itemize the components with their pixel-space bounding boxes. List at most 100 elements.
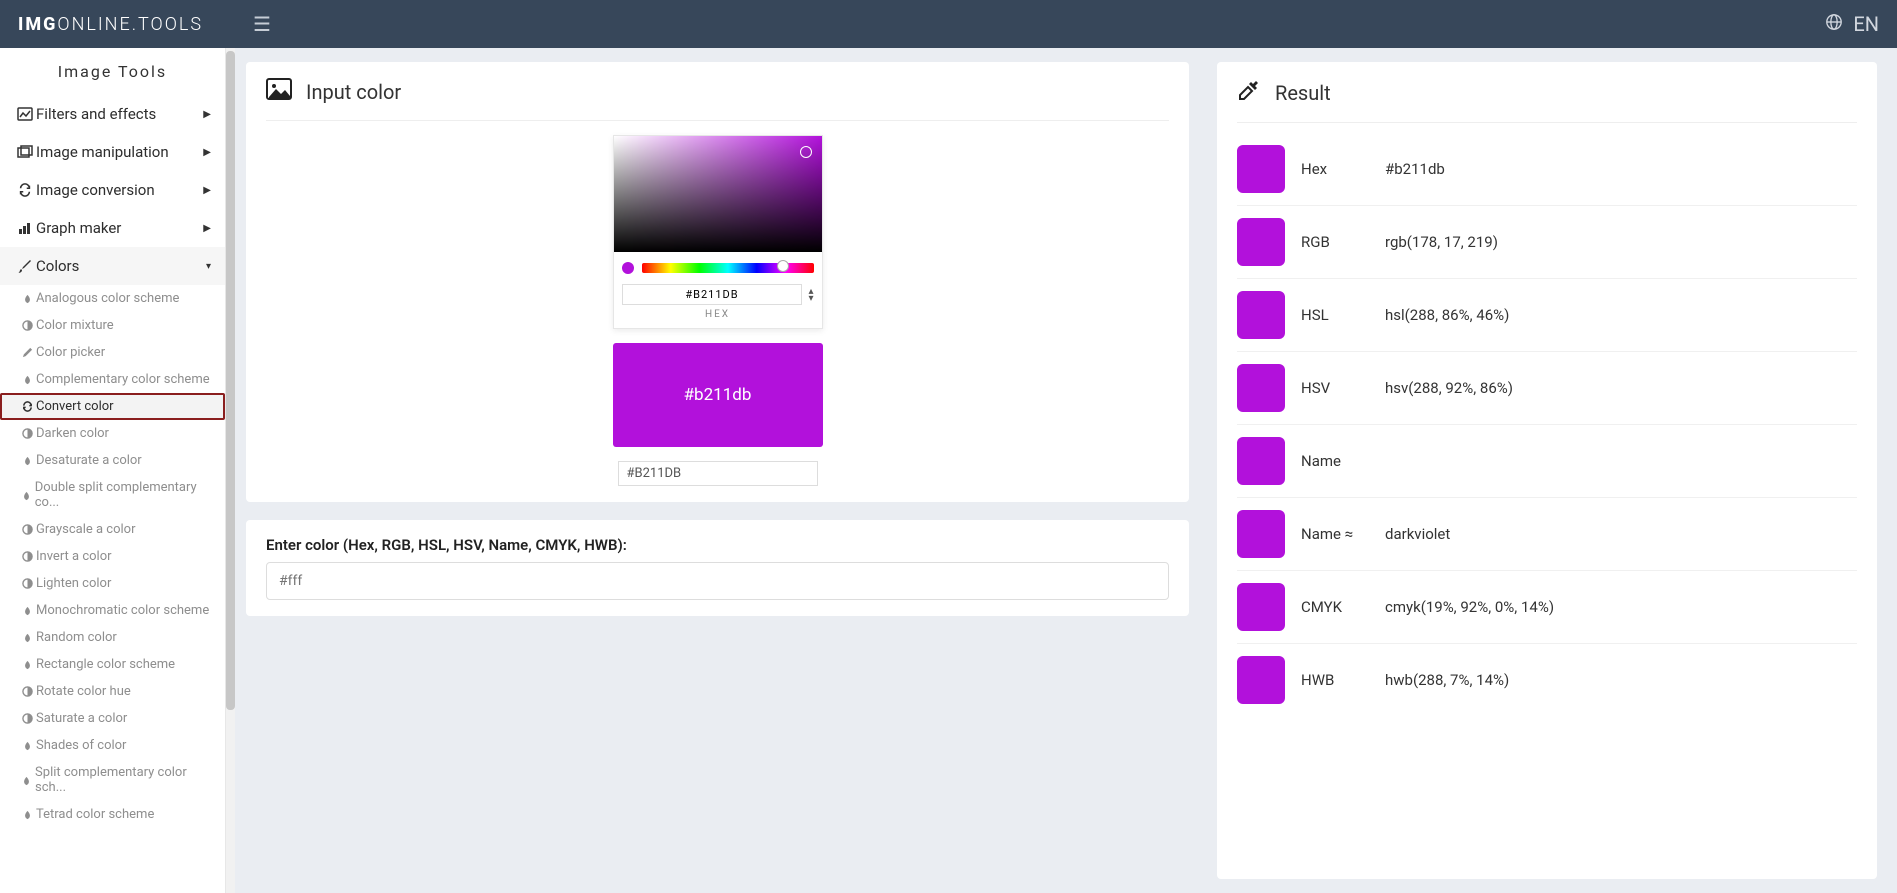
result-swatch: [1237, 364, 1285, 412]
logo-mid: ONLINE.: [57, 14, 138, 35]
logo[interactable]: IMGONLINE.TOOLS: [18, 14, 203, 35]
enter-color-label: Enter color (Hex, RGB, HSL, HSV, Name, C…: [266, 536, 1169, 554]
sidebar-sub-saturate-a-color[interactable]: Saturate a color: [0, 705, 225, 732]
sv-canvas[interactable]: [614, 136, 822, 252]
sub-icon: [18, 320, 36, 331]
result-value[interactable]: hsl(288, 86%, 46%): [1385, 306, 1509, 324]
sidebar-sub-shades-of-color[interactable]: Shades of color: [0, 732, 225, 759]
sidebar-item-label: Colors: [36, 257, 79, 275]
sidebar-sub-complementary-color-scheme[interactable]: Complementary color scheme: [0, 366, 225, 393]
picker-hex-input[interactable]: #B211DB: [622, 284, 803, 305]
sidebar-sub-grayscale-a-color[interactable]: Grayscale a color: [0, 516, 225, 543]
sidebar-item-conversion[interactable]: Image conversion ▶: [0, 171, 225, 209]
color-value-input[interactable]: [618, 461, 818, 486]
topbar-left: IMGONLINE.TOOLS ☰: [18, 12, 271, 36]
chevron-right-icon: ▶: [203, 147, 211, 158]
sidebar-item-label: Filters and effects: [36, 105, 156, 123]
sidebar-sub-analogous-color-scheme[interactable]: Analogous color scheme: [0, 285, 225, 312]
sidebar: Image Tools Filters and effects ▶ Image …: [0, 48, 226, 893]
conversion-icon: [14, 183, 36, 197]
sub-icon: [18, 524, 36, 535]
input-card-title: Input color: [306, 80, 401, 104]
sidebar-item-colors[interactable]: Colors ▾: [0, 247, 225, 285]
sub-icon: [18, 578, 36, 589]
sidebar-sub-split-complementary-color-sch[interactable]: Split complementary color sch...: [0, 759, 225, 801]
result-value[interactable]: cmyk(19%, 92%, 0%, 14%): [1385, 598, 1554, 616]
enter-color-input[interactable]: [266, 562, 1169, 600]
sub-label: Convert color: [36, 399, 114, 414]
sv-cursor[interactable]: [800, 146, 812, 158]
result-row-hsl: HSLhsl(288, 86%, 46%): [1237, 279, 1857, 352]
sidebar-title: Image Tools: [0, 48, 225, 95]
result-value[interactable]: darkviolet: [1385, 525, 1450, 543]
image-icon: [266, 78, 292, 106]
result-swatch: [1237, 583, 1285, 631]
sub-label: Split complementary color sch...: [35, 765, 211, 795]
color-preview-swatch: #b211db: [613, 343, 823, 447]
sidebar-item-manipulation[interactable]: Image manipulation ▶: [0, 133, 225, 171]
result-swatch: [1237, 437, 1285, 485]
chevron-down-icon: ▾: [206, 261, 211, 272]
hue-slider[interactable]: [642, 263, 814, 273]
sidebar-item-filters[interactable]: Filters and effects ▶: [0, 95, 225, 133]
sub-icon: [18, 293, 36, 304]
format-toggle[interactable]: ▴▾: [808, 288, 813, 302]
result-value[interactable]: hsv(288, 92%, 86%): [1385, 379, 1513, 397]
result-list: Hex#b211dbRGBrgb(178, 17, 219)HSLhsl(288…: [1237, 123, 1857, 716]
sidebar-sub-rotate-color-hue[interactable]: Rotate color hue: [0, 678, 225, 705]
filters-icon: [14, 107, 36, 121]
sidebar-sub-tetrad-color-scheme[interactable]: Tetrad color scheme: [0, 801, 225, 828]
sub-label: Complementary color scheme: [36, 372, 210, 387]
result-value[interactable]: #b211db: [1385, 160, 1445, 178]
sidebar-sub-lighten-color[interactable]: Lighten color: [0, 570, 225, 597]
sub-icon: [18, 809, 36, 820]
sidebar-item-label: Graph maker: [36, 219, 121, 237]
result-row-rgb: RGBrgb(178, 17, 219): [1237, 206, 1857, 279]
sidebar-sub-darken-color[interactable]: Darken color: [0, 420, 225, 447]
result-row-hsv: HSVhsv(288, 92%, 86%): [1237, 352, 1857, 425]
sidebar-sub-monochromatic-color-scheme[interactable]: Monochromatic color scheme: [0, 597, 225, 624]
result-label: HWB: [1301, 671, 1369, 689]
sidebar-item-graph[interactable]: Graph maker ▶: [0, 209, 225, 247]
sidebar-item-label: Image manipulation: [36, 143, 169, 161]
sub-icon: [18, 455, 36, 466]
result-swatch: [1237, 656, 1285, 704]
result-row-name: Name ≈ darkviolet: [1237, 498, 1857, 571]
sidebar-sub-convert-color[interactable]: Convert color: [0, 393, 225, 420]
result-value[interactable]: rgb(178, 17, 219): [1385, 233, 1498, 251]
chevron-right-icon: ▶: [203, 109, 211, 120]
sub-label: Rotate color hue: [36, 684, 131, 699]
sub-label: Darken color: [36, 426, 109, 441]
sidebar-sub-color-picker[interactable]: Color picker: [0, 339, 225, 366]
sub-icon: [18, 713, 36, 724]
result-label: Name ≈: [1301, 525, 1369, 543]
scrollbar-thumb[interactable]: [226, 51, 235, 710]
sidebar-sub-rectangle-color-scheme[interactable]: Rectangle color scheme: [0, 651, 225, 678]
input-color-card: Input color #B2: [246, 62, 1189, 502]
sub-label: Tetrad color scheme: [36, 807, 154, 822]
color-picker[interactable]: #B211DB ▴▾ HEX: [613, 135, 823, 329]
hue-thumb[interactable]: [777, 260, 789, 272]
sub-icon: [18, 775, 35, 786]
result-swatch: [1237, 510, 1285, 558]
topbar-right[interactable]: EN: [1825, 12, 1879, 36]
sidebar-sub-double-split-complementary-co[interactable]: Double split complementary co...: [0, 474, 225, 516]
sidebar-sub-random-color[interactable]: Random color: [0, 624, 225, 651]
current-hue-dot: [622, 262, 634, 274]
menu-toggle-icon[interactable]: ☰: [253, 12, 271, 36]
sidebar-scrollbar[interactable]: [226, 48, 235, 893]
result-swatch: [1237, 218, 1285, 266]
result-value[interactable]: hwb(288, 7%, 14%): [1385, 671, 1509, 689]
sidebar-sub-color-mixture[interactable]: Color mixture: [0, 312, 225, 339]
result-label: Name: [1301, 452, 1369, 470]
sidebar-sub-desaturate-a-color[interactable]: Desaturate a color: [0, 447, 225, 474]
eyedropper-icon: [1237, 78, 1261, 108]
globe-icon: [1825, 12, 1843, 36]
graph-icon: [14, 221, 36, 235]
sub-icon: [18, 428, 36, 439]
sidebar-sub-invert-a-color[interactable]: Invert a color: [0, 543, 225, 570]
swatch-text: #b211db: [684, 385, 752, 405]
sub-icon: [18, 401, 36, 412]
sub-icon: [18, 686, 36, 697]
sub-label: Color mixture: [36, 318, 114, 333]
